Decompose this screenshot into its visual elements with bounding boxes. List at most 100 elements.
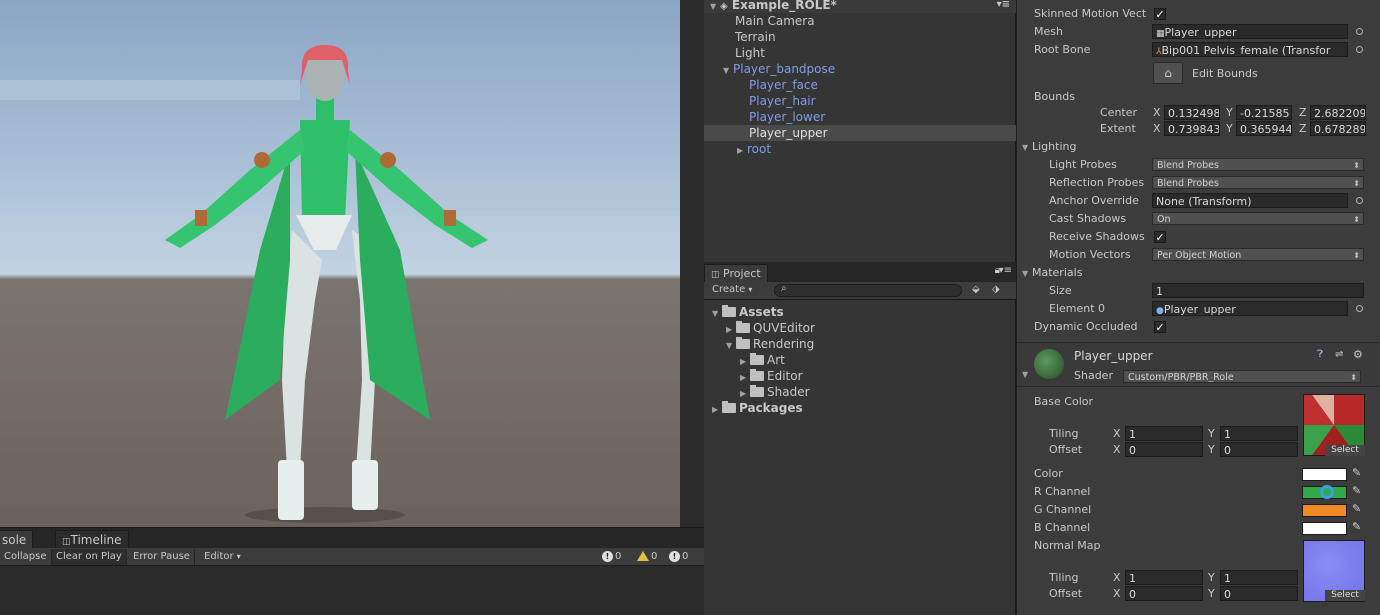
info-count: 0 [615,551,622,562]
folder-icon [736,321,750,333]
eyedropper-icon[interactable]: ✎ [1352,502,1361,515]
object-picker-icon[interactable] [1356,28,1363,35]
anchor-override-field[interactable]: None (Transform) [1152,193,1348,208]
editor-dropdown[interactable]: Editor ▾ [200,549,245,565]
mesh-value: Player_upper [1164,26,1237,39]
hierarchy-item-player-face[interactable]: Player_face [704,77,1016,93]
timeline-icon: ◫ [62,537,71,547]
mesh-field[interactable]: ▦Player_upper [1152,24,1348,39]
normal-tiling-x-field[interactable]: 1 [1125,570,1203,585]
folder-rendering[interactable]: ▼ Rendering [726,336,814,352]
skinned-motion-checkbox[interactable]: ✓ [1154,8,1166,20]
extent-x-field[interactable]: 0.739843 [1164,121,1220,136]
tab-timeline[interactable]: ◫Timeline [55,530,129,548]
collapse-button[interactable]: Collapse [0,549,52,565]
axis-x-label: X [1113,427,1121,440]
offset-x-field[interactable]: 0 [1125,442,1203,457]
preset-icon[interactable]: ⇌ [1335,349,1343,360]
expand-arrow-icon[interactable]: ▼ [1022,370,1028,379]
normal-offset-y-field[interactable]: 0 [1220,586,1298,601]
center-y-field[interactable]: -0.21585 [1236,105,1292,120]
clear-on-play-button[interactable]: Clear on Play [52,549,127,565]
folder-art[interactable]: ▶ Art [740,352,785,368]
hierarchy-item-player-upper[interactable]: Player_upper [704,125,1016,141]
offset-y-field[interactable]: 0 [1220,442,1298,457]
create-dropdown[interactable]: Create ▾ [712,284,752,295]
select-button[interactable]: Select [1325,590,1365,601]
center-label: Center [1100,106,1138,119]
extent-y-field[interactable]: 0.365944 [1236,121,1292,136]
hierarchy-item-player-bandpose[interactable]: ▼ Player_bandpose [704,61,1016,77]
help-icon[interactable]: ❓︎ [1317,349,1323,360]
hierarchy-item-light[interactable]: Light [704,45,1016,61]
hierarchy-item-root[interactable]: ▶ root [704,141,1016,157]
edit-bounds-button[interactable]: ⌂ [1153,62,1183,84]
error-count-toggle[interactable]: ! 0 [666,549,691,565]
object-picker-icon[interactable] [1356,46,1363,53]
warning-count-toggle[interactable]: 0 [634,549,660,565]
hierarchy-item-main-camera[interactable]: Main Camera [704,13,1016,29]
normal-map-texture[interactable]: Select [1303,540,1365,602]
tab-console[interactable]: sole [0,530,34,548]
normal-tiling-y-field[interactable]: 1 [1220,570,1298,585]
g-channel-swatch[interactable] [1302,504,1347,517]
folder-quveditor[interactable]: ▶ QUVEditor [726,320,815,336]
character-model [0,45,680,523]
folder-shader[interactable]: ▶ Shader [740,384,810,400]
tab-project[interactable]: ◫ Project [704,264,768,282]
element0-field[interactable]: ●Player_upper [1152,301,1348,316]
color-swatch[interactable] [1302,468,1347,481]
shader-dropdown[interactable]: Custom/PBR/PBR_Role [1123,370,1361,383]
b-channel-swatch[interactable] [1302,522,1347,535]
axis-y-label: Y [1208,571,1215,584]
menu-icon[interactable]: ▾≡ [997,0,1010,13]
eyedropper-icon[interactable]: ✎ [1352,466,1361,479]
eyedropper-icon[interactable]: ✎ [1352,520,1361,533]
object-picker-icon[interactable] [1356,305,1363,312]
tiling-x-field[interactable]: 1 [1125,426,1203,441]
folder-assets[interactable]: ▼ Assets [712,304,784,320]
project-search-input[interactable]: ⌕ [774,283,962,297]
normal-offset-x-field[interactable]: 0 [1125,586,1203,601]
gear-icon[interactable]: ⚙ [1353,348,1363,361]
materials-foldout[interactable]: ▼ Materials [1022,265,1082,281]
r-channel-swatch[interactable] [1302,485,1347,499]
tiling-y-field[interactable]: 1 [1220,426,1298,441]
center-x-field[interactable]: 0.132498 [1164,105,1220,120]
lighting-foldout[interactable]: ▼ Lighting [1022,139,1076,155]
select-button[interactable]: Select [1325,445,1365,456]
hierarchy-item-player-hair[interactable]: Player_hair [704,93,1016,109]
center-z-field[interactable]: 2.682209 [1310,105,1366,120]
base-color-texture[interactable]: Select [1303,394,1365,456]
object-picker-icon[interactable] [1356,197,1363,204]
warning-icon [637,551,649,561]
reflection-probes-label: Reflection Probes [1049,176,1145,189]
folder-packages[interactable]: ▶ Packages [712,400,803,416]
tiling-label: Tiling [1049,427,1079,440]
size-field[interactable]: 1 [1152,283,1364,298]
reflection-probes-dropdown[interactable]: Blend Probes [1152,176,1364,189]
receive-shadows-checkbox[interactable]: ✓ [1154,231,1166,243]
hierarchy-panel: ▼ ◈ Example_ROLE* ▾≡ Main Camera Terrain … [704,0,1016,262]
error-pause-button[interactable]: Error Pause [129,549,195,565]
scene-viewport[interactable] [0,0,680,527]
info-count-toggle[interactable]: ! 0 [599,549,624,565]
offset-label: Offset [1049,443,1083,456]
extent-z-field[interactable]: 0.678289 [1310,121,1366,136]
warning-count: 0 [651,551,658,562]
g-channel-label: G Channel [1034,503,1092,516]
root-bone-field[interactable]: ⅄Bip001 Pelvis_female (Transfor [1152,42,1348,57]
hierarchy-item-player-lower[interactable]: Player_lower [704,109,1016,125]
dynamic-occluded-checkbox[interactable]: ✓ [1154,321,1166,333]
scene-header[interactable]: ▼ ◈ Example_ROLE* ▾≡ [704,0,1016,13]
eyedropper-icon[interactable]: ✎ [1352,484,1361,497]
filter-label-icon[interactable]: ⬗ [992,284,1000,295]
hierarchy-item-terrain[interactable]: Terrain [704,29,1016,45]
folder-editor[interactable]: ▶ Editor [740,368,803,384]
filter-type-icon[interactable]: ⬙ [972,284,980,295]
search-icon: ⌕ [781,283,787,294]
light-probes-dropdown[interactable]: Blend Probes [1152,158,1364,171]
menu-icon[interactable]: ▾≡ [999,265,1012,276]
motion-vectors-dropdown[interactable]: Per Object Motion [1152,248,1364,261]
cast-shadows-dropdown[interactable]: On [1152,212,1364,225]
